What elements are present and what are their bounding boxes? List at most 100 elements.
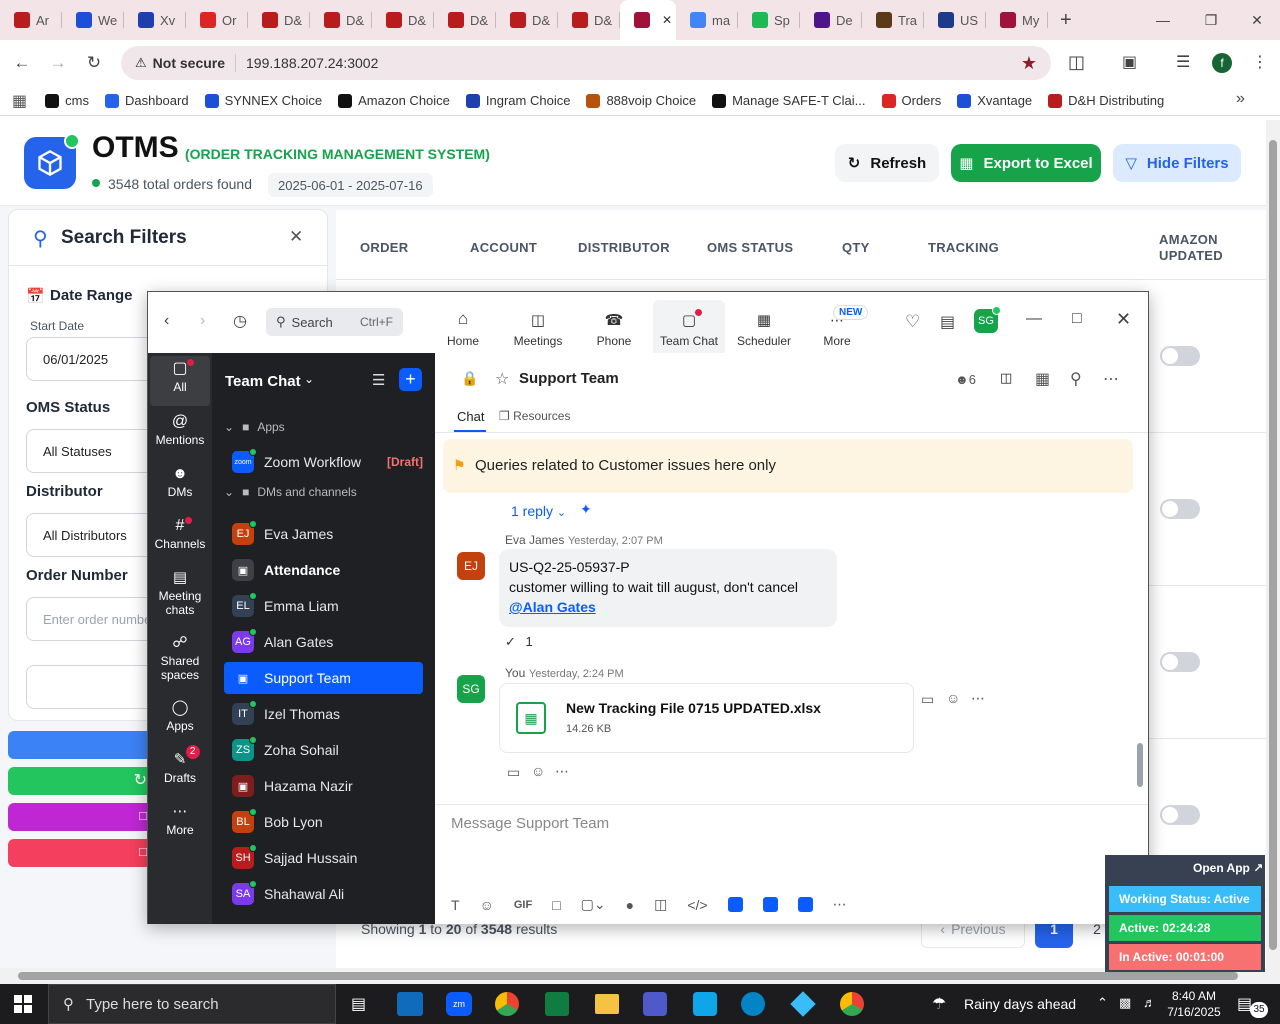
reply-icon[interactable]: ▭ [921,691,934,708]
chevron-down-icon[interactable]: ⌄ [304,372,314,386]
hide-filters-button[interactable]: ▽ Hide Filters [1113,144,1241,182]
browser-tab[interactable]: D& [372,0,434,40]
tray-chevron-icon[interactable]: ⌃ [1097,995,1108,1011]
excel-icon[interactable] [545,992,569,1016]
refresh-button[interactable]: ↻ Refresh [835,144,939,182]
rail-more[interactable]: ⋯ More [150,804,210,837]
nav-home[interactable]: ⌂ Home [427,300,499,348]
more-options-icon[interactable]: ⋯ [1103,369,1119,389]
browser-tab[interactable]: D& [248,0,310,40]
bookmark-item[interactable]: SYNNEX Choice [197,93,331,108]
zoom-back-icon[interactable]: ‹ [164,312,169,330]
sync-action-button[interactable]: ↻ [8,767,153,795]
cast-icon[interactable]: ▣ [1122,52,1137,72]
restore-icon[interactable]: ❐ [1188,0,1234,40]
screenshot-icon[interactable]: ▢⌄ [581,896,606,913]
microphone-icon[interactable]: ● [626,897,634,913]
app-icon-3[interactable] [797,897,813,912]
close-filters-icon[interactable]: ✕ [289,227,303,247]
new-chat-plus-button[interactable]: + [399,368,422,391]
amazon-updated-toggle[interactable] [1160,805,1200,825]
amazon-updated-toggle[interactable] [1160,499,1200,519]
list-item[interactable]: EL Emma Liam [224,590,423,622]
chrome-profile-icon[interactable] [840,992,864,1016]
task-view-icon[interactable]: ▤ [351,994,366,1014]
calendar-icon[interactable]: ▦ [1035,369,1050,389]
reload-icon[interactable]: ↻ [76,45,112,81]
nav-team-chat[interactable]: ▢ Team Chat [653,300,725,353]
team-chat-title[interactable]: Team Chat [225,373,301,390]
zoom-minimize-icon[interactable]: — [1026,310,1042,328]
bookmark-star-icon[interactable]: ★ [1021,53,1037,74]
zoom-maximize-icon[interactable]: □ [1072,310,1082,328]
notifications-bell-icon[interactable]: ♡ [905,312,920,332]
reaction-checkmark[interactable]: ✓ 1 [505,634,533,650]
gif-icon[interactable]: GIF [514,899,532,911]
bookmark-item[interactable]: Dashboard [97,93,197,108]
more-composer-icon[interactable]: ⋯ [833,896,847,913]
apps-grid-icon[interactable]: ▦ [12,91,27,111]
list-item[interactable]: EJ Eva James [224,518,423,550]
chat-scrollbar[interactable] [1135,433,1145,803]
mention-link[interactable]: @Alan Gates [509,599,596,615]
reply-icon[interactable]: ▭ [507,764,520,781]
bookmark-item[interactable]: Amazon Choice [330,93,458,108]
network-icon[interactable]: ▩ [1119,995,1131,1011]
weather-text[interactable]: Rainy days ahead [964,996,1076,1012]
browser-tab[interactable]: D& [496,0,558,40]
horizontal-scrollbar[interactable] [0,968,1280,984]
code-snippet-icon[interactable]: </> [687,897,707,913]
emoji-icon[interactable]: ☺ [480,897,494,913]
list-item[interactable]: AG Alan Gates [224,626,423,658]
list-item[interactable]: ZS Zoha Sohail [224,734,423,766]
document-action-button[interactable]: □ [8,803,153,831]
browser-tab[interactable]: US [924,0,986,40]
browser-tab[interactable]: Tra [862,0,924,40]
more-bookmarks-icon[interactable]: » [1236,90,1245,108]
app-icon-2[interactable] [762,897,778,912]
close-tab-icon[interactable]: ✕ [662,13,672,27]
zoom-taskbar-icon[interactable]: zm [446,992,472,1016]
file-attachment-card[interactable]: ▦ New Tracking File 0715 UPDATED.xlsx 14… [499,683,914,753]
zoom-close-icon[interactable]: ✕ [1116,309,1131,330]
col-account[interactable]: ACCOUNT [470,240,537,255]
app-icon-1[interactable] [727,897,743,912]
text-format-icon[interactable]: T [451,897,460,913]
amazon-updated-toggle[interactable] [1160,652,1200,672]
amazon-updated-toggle[interactable] [1160,346,1200,366]
search-icon[interactable]: ⚲ [1070,369,1082,389]
zoom-search-input[interactable]: ⚲ Search Ctrl+F [266,308,403,336]
bookmark-item[interactable]: Manage SAFE-T Clai... [704,93,873,108]
browser-tab[interactable]: ma [676,0,738,40]
attach-file-icon[interactable]: □ [552,897,560,913]
col-oms-status[interactable]: OMS STATUS [707,240,793,255]
members-count[interactable]: ☻6 [955,372,976,387]
start-date-input[interactable]: 06/01/2025 □ [26,337,166,381]
open-app-link[interactable]: Open App ↗ [1193,861,1263,875]
app-diamond-icon[interactable] [790,991,816,1017]
list-item[interactable]: ▣ Support Team [224,662,423,694]
vertical-scrollbar[interactable] [1266,120,1280,968]
list-item[interactable]: BL Bob Lyon [224,806,423,838]
windows-start-icon[interactable] [14,995,32,1013]
list-item[interactable]: SH Sajjad Hussain [224,842,423,874]
browser-tab[interactable]: Ar [0,0,62,40]
clock[interactable]: 8:40 AM 7/16/2025 [1166,988,1222,1020]
rail-dms[interactable]: ☻ DMs [150,466,210,499]
nav-scheduler[interactable]: ▦ Scheduler [728,300,800,348]
profile-avatar[interactable]: f [1212,53,1232,73]
chrome-icon[interactable] [495,992,519,1016]
teams-icon[interactable] [643,992,667,1016]
browser-tab[interactable]: Xv [124,0,186,40]
apps-section-header[interactable]: ⌄ ■ Apps [224,420,285,434]
emoji-reaction-icon[interactable]: ☺ [946,690,960,706]
pinned-message-banner[interactable]: ⚑ Queries related to Customer issues her… [443,439,1133,493]
list-item[interactable]: ▣ Attendance [224,554,423,586]
browser-tab[interactable]: De [800,0,862,40]
edge-icon[interactable] [741,992,765,1016]
col-distributor[interactable]: DISTRIBUTOR [578,240,670,255]
col-qty[interactable]: QTY [842,240,870,255]
browser-tab[interactable]: D& [310,0,372,40]
weather-icon[interactable]: ☂ [932,994,946,1014]
history-icon[interactable]: ◷ [233,311,247,331]
